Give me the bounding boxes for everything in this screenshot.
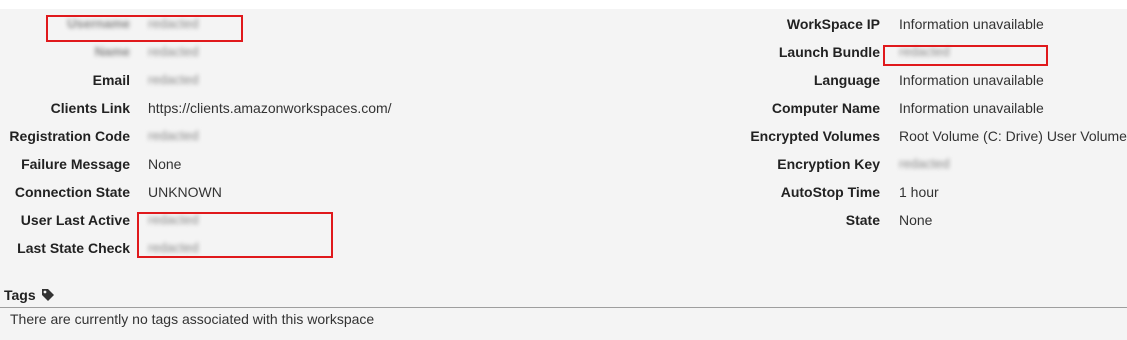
connection-state-value: UNKNOWN (148, 184, 222, 200)
state-value: None (899, 212, 933, 228)
last-state-check-label: Last State Check (17, 240, 130, 256)
state-label: State (845, 212, 880, 228)
clients-link-label: Clients Link (50, 100, 130, 116)
connection-state-label: Connection State (14, 184, 130, 200)
email-value: redacted (148, 72, 199, 87)
user-last-active-label: User Last Active (20, 212, 130, 228)
encrypted-volumes-value: Root Volume (C: Drive) User Volume (899, 128, 1127, 144)
tag-icon (42, 289, 54, 301)
autostop-time-value: 1 hour (899, 184, 939, 200)
registration-code-label: Registration Code (9, 128, 130, 144)
clients-link-value: https://clients.amazonworkspaces.com/ (148, 100, 392, 116)
highlight-box-username (46, 15, 243, 42)
autostop-time-label: AutoStop Time (780, 184, 880, 200)
workspace-ip-label: WorkSpace IP (786, 16, 880, 32)
failure-message-label: Failure Message (21, 156, 130, 172)
workspace-ip-value: Information unavailable (899, 16, 1044, 32)
language-label: Language (813, 72, 880, 88)
encrypted-volumes-label: Encrypted Volumes (750, 128, 880, 144)
computer-name-label: Computer Name (771, 100, 880, 116)
tags-heading: Tags (4, 287, 36, 303)
name-value: redacted (148, 44, 199, 59)
computer-name-value: Information unavailable (899, 100, 1044, 116)
language-value: Information unavailable (899, 72, 1044, 88)
highlight-box-activity-dates (137, 212, 333, 258)
tags-divider (0, 307, 1127, 308)
name-label: Name (94, 44, 130, 59)
tags-empty-message: There are currently no tags associated w… (10, 311, 375, 327)
launch-bundle-label: Launch Bundle (778, 44, 880, 60)
failure-message-value: None (148, 156, 182, 172)
encryption-key-value: redacted (899, 156, 950, 171)
highlight-box-launch-bundle (883, 45, 1048, 66)
registration-code-value: redacted (148, 128, 199, 143)
encryption-key-label: Encryption Key (777, 156, 880, 172)
email-label: Email (92, 72, 130, 88)
